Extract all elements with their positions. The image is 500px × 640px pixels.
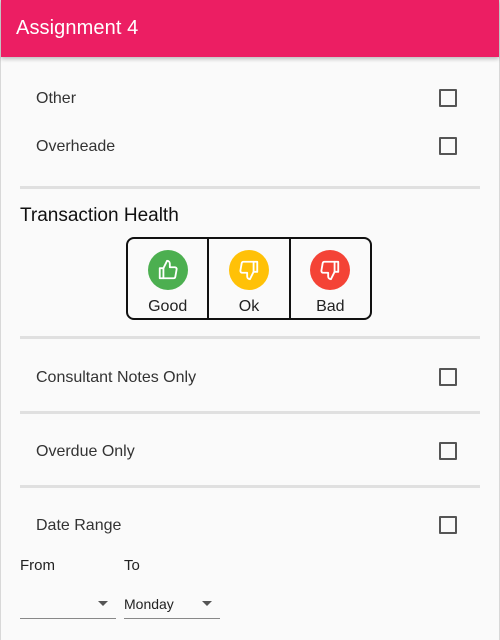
filter-row-overhead: Overheade [1, 136, 499, 160]
health-option-ok[interactable]: Ok [207, 239, 288, 318]
chevron-down-icon [98, 601, 108, 606]
from-label: From [20, 557, 55, 574]
other-checkbox[interactable] [439, 89, 457, 107]
filter-row-other: Other [1, 88, 499, 112]
to-dropdown[interactable]: Monday [124, 590, 220, 619]
overdue-checkbox[interactable] [439, 442, 457, 460]
filter-row-overdue: Overdue Only [1, 441, 499, 465]
consultant-notes-label: Consultant Notes Only [36, 369, 197, 386]
overdue-label: Overdue Only [36, 443, 135, 460]
transaction-health-title: Transaction Health [20, 205, 179, 226]
date-range-checkbox[interactable] [439, 516, 457, 534]
divider [20, 485, 480, 488]
divider [20, 336, 480, 339]
health-option-label: Ok [238, 298, 260, 315]
app-bar: Assignment 4 [1, 0, 499, 57]
health-option-label: Good [148, 298, 188, 315]
health-option-good[interactable]: Good [128, 239, 207, 318]
consultant-notes-checkbox[interactable] [439, 368, 457, 386]
from-dropdown[interactable] [20, 590, 116, 619]
filter-row-consultant-notes: Consultant Notes Only [1, 367, 499, 391]
divider [20, 411, 480, 414]
health-option-label: Bad [316, 298, 345, 315]
other-label: Other [36, 90, 77, 107]
divider [20, 186, 480, 189]
to-value: Monday [124, 596, 174, 612]
transaction-health-selector: Good Ok Bad [126, 237, 372, 320]
health-option-bad[interactable]: Bad [288, 239, 370, 318]
date-range-label: Date Range [36, 517, 122, 534]
thumbs-down-icon [310, 250, 351, 290]
overhead-checkbox[interactable] [439, 137, 457, 155]
filter-row-date-range: Date Range [1, 515, 499, 539]
page-title: Assignment 4 [16, 17, 139, 39]
thumbs-down-icon [228, 250, 269, 290]
chevron-down-icon [202, 601, 212, 606]
to-label: To [124, 557, 140, 574]
thumbs-up-icon [147, 250, 188, 290]
app-screen: Assignment 4 Other Overheade Transaction… [0, 0, 500, 640]
overhead-label: Overheade [36, 138, 116, 155]
